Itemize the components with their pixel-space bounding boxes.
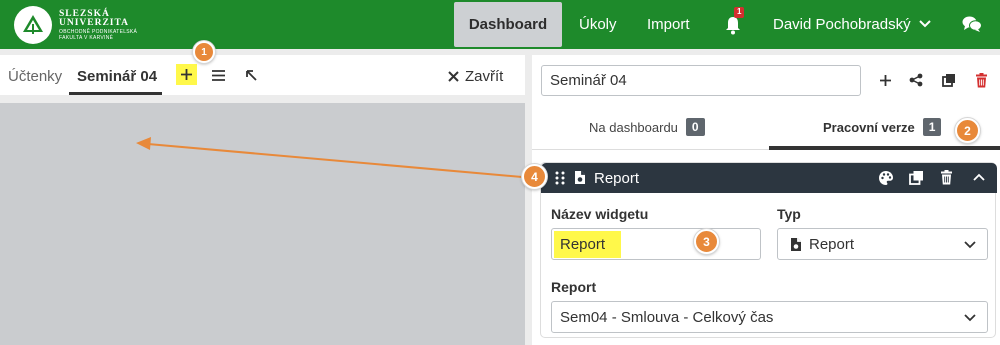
callout-badge: 4 [522, 164, 547, 189]
logo-line-3: OBCHODNĚ PODNIKATELSKÁ [59, 28, 138, 35]
plus-icon [181, 69, 192, 80]
logo-emblem-icon [14, 6, 52, 44]
user-menu[interactable]: David Pochobradský [773, 0, 911, 49]
dashboard-canvas[interactable] [0, 103, 525, 345]
logo-line-2: UNIVERZITA [59, 18, 130, 28]
list-icon [211, 69, 225, 81]
active-tab-underline [69, 92, 162, 95]
copy-icon [942, 74, 955, 87]
tab-seminar-04[interactable]: Seminář 04 [77, 68, 157, 85]
report-label: Report [551, 279, 597, 295]
nav-ukoly[interactable]: Úkoly [579, 0, 617, 49]
widget-name-label: Název widgetu [551, 206, 649, 222]
active-subtab-underline [769, 146, 1000, 150]
share-button[interactable] [908, 72, 924, 88]
widget-name-value: Report [554, 230, 622, 258]
palette-icon[interactable] [878, 170, 894, 186]
trash-icon[interactable] [940, 170, 953, 185]
university-logo[interactable]: SLEZSKÁ UNIVERZITA OBCHODNĚ PODNIKATELSK… [14, 6, 137, 44]
add-widget-button[interactable] [176, 64, 197, 85]
dashboard-tab-bar: Účtenky Seminář 04 Zavřít [0, 55, 525, 95]
report-value: Sem04 - Smlouva - Celkový čas [560, 308, 774, 326]
collapse-button[interactable] [242, 66, 260, 84]
callout-badge: 3 [694, 229, 719, 254]
count-badge: 1 [922, 118, 942, 136]
tab-uctenky[interactable]: Účtenky [8, 68, 62, 85]
report-file-icon [791, 237, 801, 251]
count-badge: 0 [685, 118, 705, 136]
chevron-up-icon[interactable] [972, 170, 986, 184]
widget-title: Report [594, 170, 640, 187]
duplicate-button[interactable] [941, 72, 957, 88]
delete-dashboard-button[interactable] [973, 72, 989, 88]
copy-icon[interactable] [909, 170, 924, 185]
subtab-label: Na dashboardu [589, 119, 678, 135]
plus-icon [879, 74, 891, 86]
dashboard-name-input[interactable]: Seminář 04 [541, 65, 861, 96]
logo-line-4: FAKULTA V KARVINÉ [59, 34, 114, 41]
widget-name-input[interactable]: Report [551, 228, 761, 260]
widget-card: Report Název widgetu Report Typ Report R… [540, 162, 997, 338]
subtab-pracovni-verze[interactable]: Pracovní verze 1 [823, 118, 942, 136]
share-icon [909, 73, 923, 87]
drag-handle-icon[interactable] [555, 171, 565, 185]
callout-badge: 1 [193, 41, 215, 63]
chat-icon[interactable] [962, 15, 982, 33]
callout-badge: 2 [955, 118, 980, 143]
add-button[interactable] [877, 72, 893, 88]
report-select[interactable]: Sem04 - Smlouva - Celkový čas [551, 301, 988, 333]
widget-editor-panel: Seminář 04 Na dashboardu 0 Pracovní verz… [532, 55, 1000, 345]
type-select[interactable]: Report [777, 228, 988, 260]
subtab-na-dashboardu[interactable]: Na dashboardu 0 [589, 118, 705, 136]
trash-icon [975, 72, 987, 87]
close-label: Zavřít [465, 68, 504, 85]
bell-icon[interactable] [724, 15, 742, 35]
close-icon [448, 71, 459, 82]
report-file-icon [575, 171, 585, 184]
list-button[interactable] [209, 66, 227, 84]
type-label: Typ [777, 206, 801, 222]
top-bar: SLEZSKÁ UNIVERZITA OBCHODNĚ PODNIKATELSK… [0, 0, 1000, 49]
close-button[interactable]: Zavřít [448, 68, 503, 85]
type-value: Report [809, 235, 855, 253]
nav-dashboard[interactable]: Dashboard [454, 2, 562, 47]
nav-import[interactable]: Import [647, 0, 690, 49]
chevron-down-icon [964, 314, 976, 322]
widget-header[interactable]: Report [541, 163, 997, 193]
subtab-label: Pracovní verze [823, 119, 915, 135]
chevron-down-icon [964, 241, 976, 249]
arrow-up-left-icon [245, 69, 257, 81]
notification-badge: 1 [734, 7, 745, 18]
chevron-down-icon[interactable] [918, 17, 932, 31]
